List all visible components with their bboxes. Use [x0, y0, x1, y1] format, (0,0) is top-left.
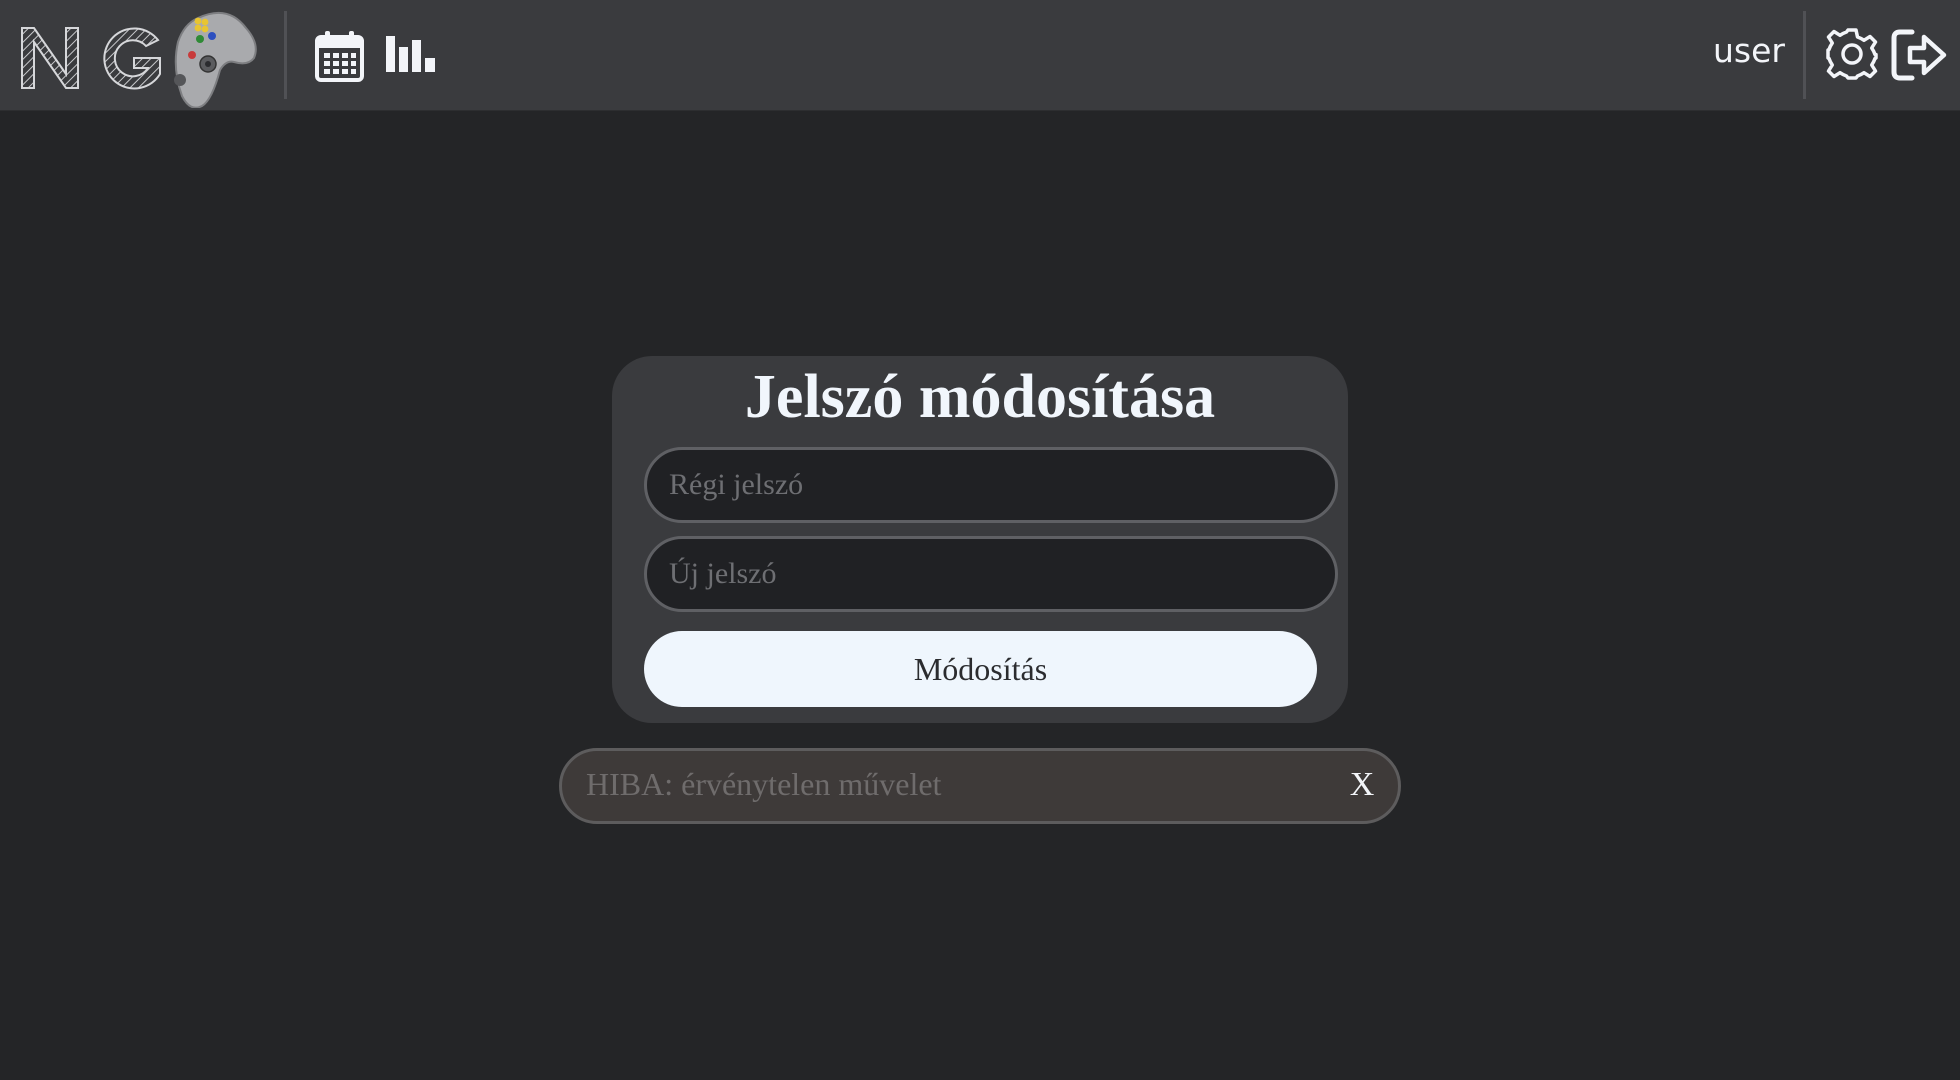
error-alert: HIBA: érvénytelen művelet X: [559, 748, 1401, 824]
top-navbar: user: [0, 0, 1960, 111]
home-logo[interactable]: [18, 4, 273, 109]
old-password-field[interactable]: [644, 447, 1338, 523]
page-title: Jelszó módosítása: [744, 363, 1216, 431]
change-password-card: Jelszó módosítása Módosítás: [612, 356, 1348, 723]
gear-icon[interactable]: [1825, 27, 1879, 85]
user-divider: [1803, 11, 1806, 99]
logo-divider: [284, 11, 287, 99]
close-error-button[interactable]: X: [1342, 763, 1382, 807]
bar-chart-icon[interactable]: [385, 36, 437, 76]
error-message: HIBA: érvénytelen művelet: [586, 766, 942, 802]
username-label: user: [1713, 31, 1785, 70]
ng-logo-graphic: [21, 11, 257, 109]
logout-icon[interactable]: [1890, 28, 1948, 86]
new-password-field[interactable]: [644, 536, 1338, 612]
submit-button[interactable]: Módosítás: [644, 631, 1317, 707]
calendar-icon[interactable]: [315, 30, 364, 86]
